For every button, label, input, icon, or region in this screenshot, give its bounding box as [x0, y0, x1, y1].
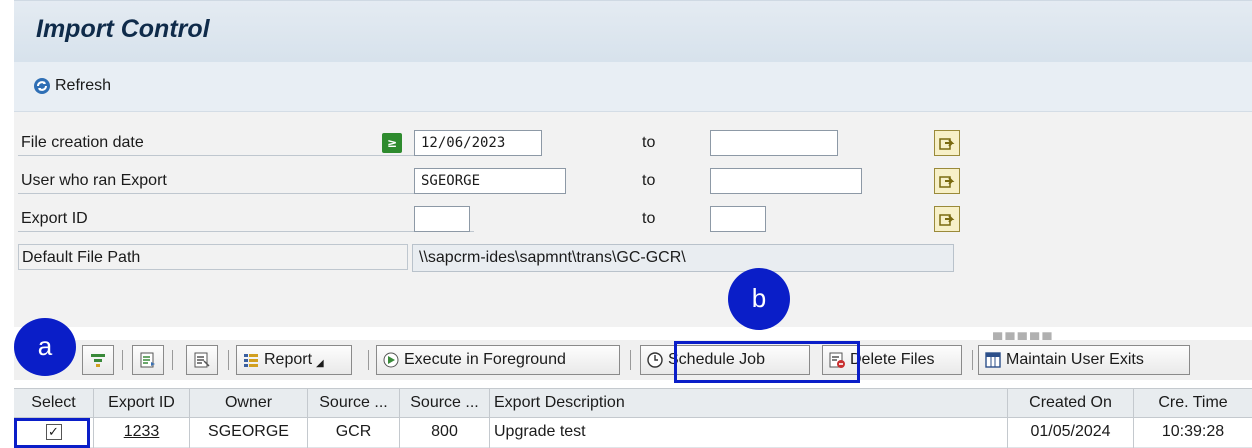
maintain-user-exits-label: Maintain User Exits — [1006, 351, 1144, 368]
created-on-cell: 01/05/2024 — [1008, 418, 1134, 448]
refresh-label: Refresh — [55, 77, 112, 94]
column-header-source-1[interactable]: Source ... — [308, 389, 400, 419]
default-file-path-label: Default File Path — [18, 244, 408, 270]
table-header: Select Export ID Owner Source ... Source… — [14, 388, 1252, 419]
refresh-button[interactable]: Refresh — [32, 76, 111, 96]
export-id-label: Export ID — [18, 206, 474, 232]
report-button[interactable]: Report ◢ — [236, 345, 352, 375]
multiple-selection-button[interactable] — [934, 168, 960, 194]
to-label: to — [642, 172, 656, 189]
table-row[interactable]: ✓ 1233 SGEORGE GCR 800 Upgrade test 01/0… — [14, 418, 1252, 448]
column-header-export-id[interactable]: Export ID — [94, 389, 190, 419]
export-id-cell: 1233 — [94, 418, 190, 448]
report-icon — [244, 354, 258, 367]
file-creation-date-label: File creation date — [18, 130, 474, 156]
execute-icon — [383, 352, 399, 368]
refresh-icon — [34, 78, 50, 94]
filter-button[interactable] — [82, 345, 114, 375]
separator — [630, 350, 631, 370]
title-bar: Import Control — [14, 0, 1252, 62]
annotation-marker-a: a — [14, 318, 76, 376]
annotation-marker-b: b — [728, 268, 790, 330]
report-label: Report — [264, 351, 313, 368]
details-icon — [194, 352, 210, 368]
source-2-cell: 800 — [400, 418, 490, 448]
selection-screen: File creation date ≥ 12/06/2023 to User … — [14, 112, 1252, 327]
column-header-export-description[interactable]: Export Description — [490, 389, 1008, 419]
clock-icon — [647, 352, 663, 368]
export-id-to-input[interactable] — [710, 206, 766, 232]
export-description-cell: Upgrade test — [490, 418, 1008, 448]
export-id-link[interactable]: 1233 — [124, 423, 160, 440]
row-default-file-path: Default File Path \\sapcrm-ides\sapmnt\t… — [14, 244, 1252, 272]
export-list-button[interactable] — [132, 345, 164, 375]
file-creation-date-from-input[interactable]: 12/06/2023 — [414, 130, 542, 156]
delete-files-label: Delete Files — [850, 351, 935, 368]
separator — [228, 350, 229, 370]
owner-cell: SGEORGE — [190, 418, 308, 448]
arrow-right-icon — [939, 176, 955, 188]
table-icon — [985, 352, 1001, 368]
to-label: to — [642, 134, 656, 151]
arrow-right-icon — [939, 214, 955, 226]
default-file-path-field: \\sapcrm-ides\sapmnt\trans\GC-GCR\ — [412, 244, 954, 272]
separator — [172, 350, 173, 370]
row-user-who-ran-export: User who ran Export SGEORGE to — [14, 168, 1252, 194]
column-header-owner[interactable]: Owner — [190, 389, 308, 419]
to-label: to — [642, 210, 656, 227]
row-export-id: Export ID to — [14, 206, 1252, 232]
maintain-user-exits-button[interactable]: Maintain User Exits — [978, 345, 1190, 375]
alv-toolbar: Report ◢ Execute in Foreground Schedule … — [14, 340, 1252, 380]
export-id-from-input[interactable] — [414, 206, 470, 232]
separator — [122, 350, 123, 370]
multiple-selection-button[interactable] — [934, 130, 960, 156]
user-who-ran-export-to-input[interactable] — [710, 168, 862, 194]
row-file-creation-date: File creation date ≥ 12/06/2023 to — [14, 130, 1252, 156]
execute-in-foreground-button[interactable]: Execute in Foreground — [376, 345, 620, 375]
export-list-icon — [140, 352, 155, 368]
execute-label: Execute in Foreground — [404, 351, 566, 368]
filter-icon — [91, 354, 105, 367]
user-who-ran-export-from-input[interactable]: SGEORGE — [414, 168, 566, 194]
page-title: Import Control — [36, 15, 210, 43]
dropdown-arrow-icon: ◢ — [316, 357, 324, 369]
cre-time-cell: 10:39:28 — [1161, 423, 1225, 440]
user-who-ran-export-label: User who ran Export — [18, 168, 474, 194]
column-header-created-on[interactable]: Created On — [1008, 389, 1134, 419]
column-header-source-2[interactable]: Source ... — [400, 389, 490, 419]
file-creation-date-to-input[interactable] — [710, 130, 838, 156]
column-header-select[interactable]: Select — [14, 389, 94, 419]
schedule-job-highlight — [674, 341, 860, 383]
arrow-right-icon — [939, 138, 955, 150]
export-table: Select Export ID Owner Source ... Source… — [14, 388, 1252, 448]
select-checkbox-highlight — [14, 418, 90, 448]
column-header-cre-time[interactable]: Cre. Time — [1134, 389, 1252, 419]
separator — [368, 350, 369, 370]
multiple-selection-button[interactable] — [934, 206, 960, 232]
details-button[interactable] — [186, 345, 218, 375]
application-toolbar: Refresh — [14, 62, 1252, 112]
source-1-cell: GCR — [308, 418, 400, 448]
range-status-icon[interactable]: ≥ — [382, 133, 402, 153]
separator — [972, 350, 973, 370]
